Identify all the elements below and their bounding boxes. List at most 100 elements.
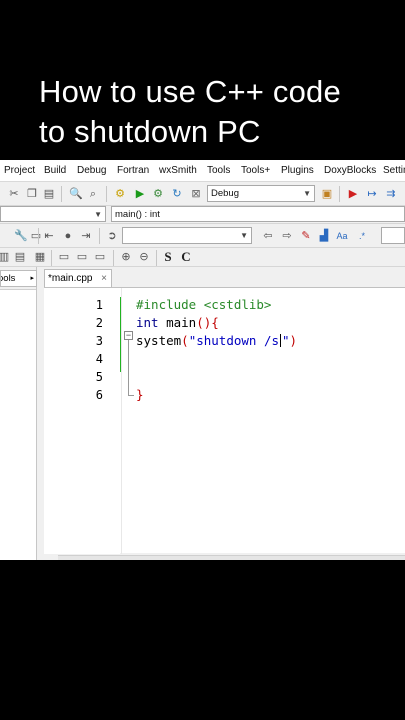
toolbar-separator xyxy=(38,228,39,244)
menu-debug[interactable]: Debug xyxy=(77,165,106,176)
build-and-run-icon[interactable]: ⚙ xyxy=(152,188,164,200)
menu-settings[interactable]: Settin xyxy=(383,165,405,176)
caption-line-2: to shutdown PC xyxy=(39,114,261,149)
punctuation: (){ xyxy=(196,315,219,330)
menu-plugins[interactable]: Plugins xyxy=(281,165,314,176)
block-icon[interactable]: ▭ xyxy=(94,251,106,263)
keyword-int: int xyxy=(136,315,159,330)
tools-panel-content xyxy=(0,289,36,560)
panel-icon[interactable]: ▦ xyxy=(34,251,46,263)
find-icon[interactable]: 🔍 xyxy=(69,188,83,200)
abort-icon[interactable]: ⊠ xyxy=(190,188,202,200)
zoom-in-icon[interactable]: ⊕ xyxy=(120,251,132,263)
menu-wxsmith[interactable]: wxSmith xyxy=(159,165,197,176)
file-tab-main-cpp[interactable]: *main.cpp × xyxy=(44,269,112,287)
preprocessor-include: #include <cstdlib> xyxy=(136,297,272,312)
next-line-icon[interactable]: ⇉ xyxy=(385,188,397,200)
line-number-gutter: 1 2 3 4 5 6 xyxy=(44,288,120,554)
fold-margin xyxy=(121,288,122,554)
search-input[interactable]: ▼ xyxy=(122,227,252,244)
code-editor[interactable]: 1 2 3 4 5 6 − #include <cstdlib> int mai… xyxy=(44,287,405,554)
wrench-icon[interactable]: 🔧 xyxy=(14,230,28,242)
build-gear-icon[interactable]: ⚙ xyxy=(114,188,126,200)
run-to-cursor-icon[interactable]: ↦ xyxy=(366,188,378,200)
close-icon[interactable]: × xyxy=(101,270,107,287)
management-panel: ools ▸ xyxy=(0,267,37,560)
codeblocks-window: Project Build Debug Fortran wxSmith Tool… xyxy=(0,160,405,560)
copy-icon[interactable]: ❐ xyxy=(26,188,38,200)
chevron-down-icon: ▼ xyxy=(240,231,248,240)
code-line-1: #include <cstdlib> xyxy=(136,297,271,312)
video-caption: How to use C++ code to shutdown PC xyxy=(39,72,399,152)
fold-line xyxy=(128,340,129,396)
build-options-icon[interactable]: ▣ xyxy=(321,188,333,200)
panel-icon[interactable]: ▥ xyxy=(0,251,10,263)
fold-toggle-icon[interactable]: − xyxy=(124,331,133,340)
zoom-out-icon[interactable]: ⊖ xyxy=(138,251,150,263)
string-literal: "shutdown /s xyxy=(188,333,279,348)
toolbar-separator xyxy=(106,186,107,202)
menu-bar: Project Build Debug Fortran wxSmith Tool… xyxy=(0,160,405,182)
scope-select[interactable]: ▼ xyxy=(0,206,106,222)
replace-icon[interactable]: ⌕ xyxy=(87,188,99,200)
panel-icon[interactable]: ▤ xyxy=(14,251,26,263)
punctuation: ) xyxy=(289,333,298,348)
toolbar-main: ✂ ❐ ▤ 🔍 ⌕ ⚙ ▶ ⚙ ↻ ⊠ Debug ▼ ▣ ▶ ↦ ⇉ xyxy=(0,182,405,206)
arrow-right-icon[interactable]: ⇨ xyxy=(281,230,293,242)
function-name: main xyxy=(158,315,197,330)
tools-tab-label: ools xyxy=(1,273,16,284)
toolbar-separator xyxy=(113,250,114,266)
build-target-value: Debug xyxy=(211,188,239,199)
menu-build[interactable]: Build xyxy=(44,165,66,176)
select-icon[interactable]: ▟ xyxy=(318,230,330,242)
match-case-icon[interactable]: Aa xyxy=(336,230,348,242)
arrow-left-icon[interactable]: ⇦ xyxy=(262,230,274,242)
cut-icon[interactable]: ✂ xyxy=(8,188,20,200)
line-number: 1 xyxy=(95,298,103,312)
menu-doxyblocks[interactable]: DoxyBlocks xyxy=(324,165,376,176)
chevron-down-icon: ▼ xyxy=(94,210,102,219)
run-icon[interactable]: ▶ xyxy=(134,188,146,200)
s-icon[interactable]: S xyxy=(162,250,174,263)
regex-icon[interactable]: .* xyxy=(356,230,368,242)
chevron-down-icon: ▼ xyxy=(303,189,311,198)
code-line-2: int main(){ xyxy=(136,315,219,330)
chevron-right-icon: ▸ xyxy=(30,275,34,282)
string-literal-end: " xyxy=(282,333,290,348)
toolbar-doxyblocks: ▥ ▤ ▦ ▭ ▭ ▭ ⊕ ⊖ S C xyxy=(0,248,405,267)
function-call: system xyxy=(136,333,182,348)
tools-tab[interactable]: ools ▸ xyxy=(0,270,37,287)
line-number: 3 xyxy=(95,334,103,348)
menu-project[interactable]: Project xyxy=(4,165,35,176)
jump-forward-icon[interactable]: ⇥ xyxy=(80,230,92,242)
punctuation: } xyxy=(136,387,144,402)
code-line-3: system("shutdown /s ") xyxy=(136,333,297,348)
search-box-right[interactable] xyxy=(381,227,405,244)
symbol-icon[interactable]: ➲ xyxy=(106,230,118,242)
fold-end xyxy=(128,395,134,396)
c-icon[interactable]: C xyxy=(180,250,192,263)
bookmark-icon[interactable]: ● xyxy=(62,230,74,242)
debug-window-icon[interactable]: ▭ xyxy=(30,230,42,242)
line-number: 4 xyxy=(95,352,103,366)
rebuild-icon[interactable]: ↻ xyxy=(171,188,183,200)
menu-tools[interactable]: Tools xyxy=(207,165,230,176)
block-icon[interactable]: ▭ xyxy=(76,251,88,263)
text-cursor xyxy=(280,334,281,347)
build-target-select[interactable]: Debug ▼ xyxy=(207,185,315,202)
toolbar-separator xyxy=(61,186,62,202)
jump-back-icon[interactable]: ⇤ xyxy=(43,230,55,242)
function-select[interactable]: main() : int xyxy=(111,206,405,222)
toolbar-code-completion: ▼ main() : int xyxy=(0,206,405,224)
toolbar-separator xyxy=(339,186,340,202)
block-icon[interactable]: ▭ xyxy=(58,251,70,263)
editor-area: *main.cpp × 1 2 3 4 5 6 − #include <cstd… xyxy=(44,267,405,560)
function-select-value: main() : int xyxy=(115,209,160,220)
debug-continue-icon[interactable]: ▶ xyxy=(347,188,359,200)
toolbar-separator xyxy=(51,250,52,266)
menu-tools-plus[interactable]: Tools+ xyxy=(241,165,270,176)
horizontal-scrollbar[interactable] xyxy=(58,555,405,560)
menu-fortran[interactable]: Fortran xyxy=(117,165,149,176)
highlight-icon[interactable]: ✎ xyxy=(300,230,312,242)
paste-icon[interactable]: ▤ xyxy=(43,188,55,200)
